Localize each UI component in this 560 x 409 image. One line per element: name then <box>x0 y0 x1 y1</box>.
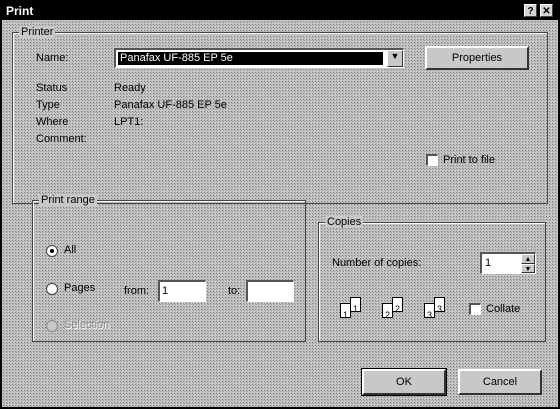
type-value: Panafax UF-885 EP 5e <box>114 99 227 111</box>
spin-up-icon[interactable]: ▲ <box>521 254 535 264</box>
spin-down-icon[interactable]: ▼ <box>521 263 535 273</box>
collate-label[interactable]: Collate <box>486 303 520 315</box>
number-of-copies-label: Number of copies: <box>332 257 422 269</box>
window-title: Print <box>6 4 34 18</box>
print-all-radio[interactable] <box>46 245 58 257</box>
collate-page-icon: 3 <box>434 297 445 314</box>
from-label: from: <box>124 285 150 297</box>
to-page-input[interactable] <box>246 280 294 302</box>
copies-value: 1 <box>485 257 492 269</box>
print-pages-label[interactable]: Pages <box>64 282 95 294</box>
comment-label: Comment: <box>36 133 87 145</box>
print-to-file-checkbox[interactable] <box>426 154 438 166</box>
from-page-input[interactable]: 1 <box>158 280 206 302</box>
to-label: to: <box>228 285 241 297</box>
type-label: Type <box>36 99 60 111</box>
where-value: LPT1: <box>114 116 144 128</box>
collate-checkbox[interactable] <box>469 303 481 315</box>
copies-spinner[interactable]: 1 ▲ ▼ <box>480 252 536 274</box>
print-range-group-label: Print range <box>39 194 97 206</box>
print-all-label[interactable]: All <box>64 244 76 256</box>
printer-name-select[interactable]: Panafax UF-885 EP 5e ▼ <box>114 48 404 68</box>
name-label: Name: <box>36 52 69 64</box>
status-value: Ready <box>114 82 146 94</box>
copies-group-label: Copies <box>325 216 364 228</box>
printer-group-label: Printer <box>19 26 56 38</box>
collate-page-icon: 2 <box>392 297 403 314</box>
ok-button[interactable]: OK <box>361 368 447 396</box>
help-button[interactable]: ? <box>524 4 537 17</box>
print-dialog: Print ? ✕ Printer Name: Panafax UF-885 E… <box>0 0 560 409</box>
title-bar: Print ? ✕ <box>2 2 558 20</box>
collate-page-icon: 1 <box>350 297 361 314</box>
cancel-button[interactable]: Cancel <box>458 369 542 395</box>
print-selection-radio[interactable] <box>46 320 58 332</box>
print-pages-radio[interactable] <box>46 283 58 295</box>
chevron-down-icon[interactable]: ▼ <box>387 50 403 67</box>
properties-button[interactable]: Properties <box>425 46 529 70</box>
print-to-file-label[interactable]: Print to file <box>443 154 495 166</box>
copies-group: Copies <box>318 216 546 342</box>
printer-name-value: Panafax UF-885 EP 5e <box>118 52 383 65</box>
print-selection-label: Selection <box>64 319 110 331</box>
where-label: Where <box>36 116 69 128</box>
status-label: Status <box>36 82 68 94</box>
close-button[interactable]: ✕ <box>540 4 553 17</box>
